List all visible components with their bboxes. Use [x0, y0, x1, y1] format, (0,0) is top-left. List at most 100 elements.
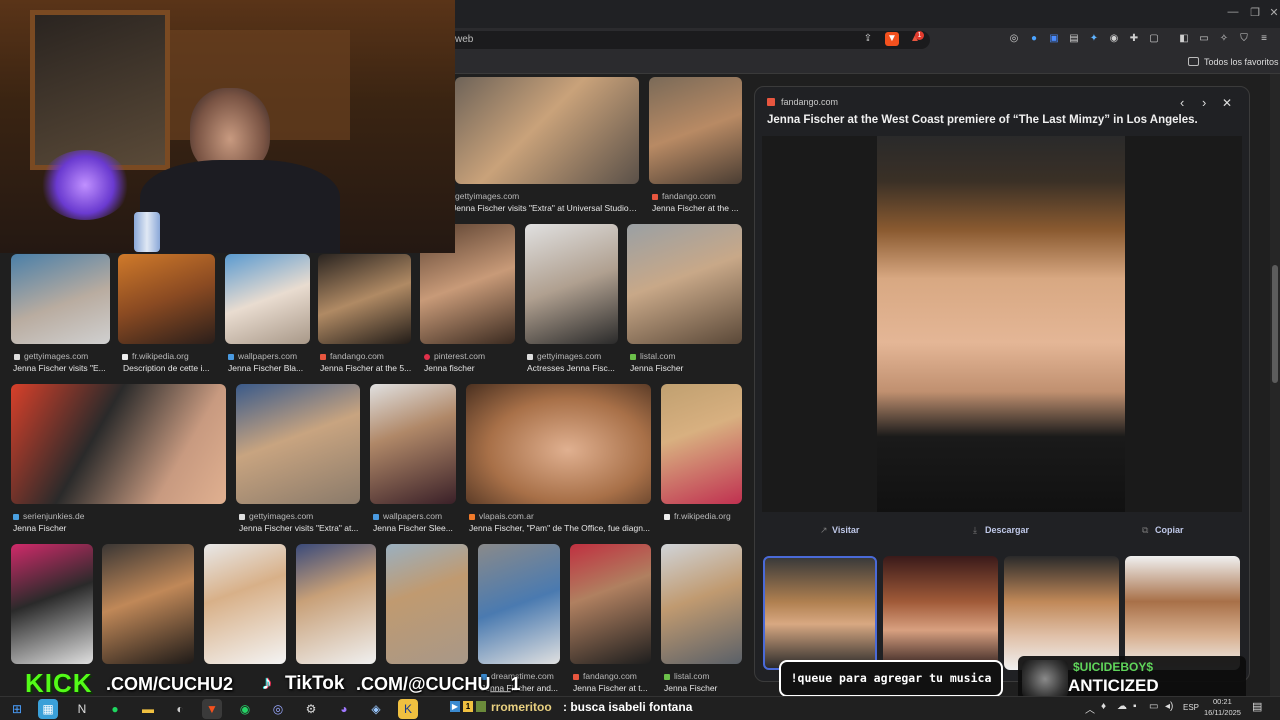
spotify-icon[interactable]: ● [105, 699, 125, 719]
share-icon[interactable]: ⇪ [861, 32, 875, 46]
result-thumbnail[interactable] [225, 254, 310, 344]
menu-icon[interactable]: ≡ [1257, 32, 1271, 46]
result-source[interactable]: fandango.com [320, 351, 412, 361]
result-source[interactable]: listal.com [630, 351, 740, 361]
vpn-icon[interactable]: ⛉ [1237, 32, 1251, 46]
app-icon[interactable]: ◎ [268, 699, 288, 719]
minimize-icon[interactable]: — [1222, 6, 1244, 18]
discord-icon[interactable]: ◕ [334, 699, 354, 719]
result-source[interactable]: gettyimages.com [455, 191, 639, 201]
brave-shields-icon[interactable]: ▼ [885, 32, 899, 46]
result-caption[interactable]: Jenna Fischer at the 5... [320, 363, 412, 373]
visit-button[interactable]: Visitar [832, 525, 859, 535]
result-thumbnail[interactable] [478, 544, 560, 664]
result-source[interactable]: wallpapers.com [373, 511, 458, 521]
all-bookmarks-label[interactable]: Todos los favoritos [1204, 57, 1279, 67]
puzzle-icon[interactable]: ✚ [1127, 32, 1141, 46]
result-source[interactable]: fandango.com [652, 191, 742, 201]
windows-start-icon[interactable]: ⊞ [7, 699, 27, 719]
translate-icon[interactable]: ▣ [1047, 32, 1061, 46]
whatsapp-icon[interactable]: ◉ [235, 699, 255, 719]
page-scrollbar[interactable] [1270, 74, 1280, 696]
steam-icon[interactable]: ◈ [366, 699, 386, 719]
result-source[interactable]: gettyimages.com [14, 351, 112, 361]
next-icon[interactable]: › [1202, 95, 1206, 110]
result-caption[interactable]: Actresses Jenna Fisc... [527, 363, 619, 373]
volume-icon[interactable]: ◂) [1165, 701, 1173, 712]
result-thumbnail[interactable] [236, 384, 360, 504]
close-preview-icon[interactable]: ✕ [1222, 96, 1232, 110]
file-explorer-icon[interactable]: ▬ [138, 699, 158, 719]
related-thumbnail[interactable] [1004, 556, 1119, 670]
result-source[interactable]: serienjunkies.de [13, 511, 225, 521]
extension-eye-icon[interactable]: ◉ [1107, 32, 1121, 46]
copy-button[interactable]: Copiar [1155, 525, 1184, 535]
result-thumbnail[interactable] [11, 254, 110, 344]
close-window-icon[interactable]: ✕ [1263, 6, 1280, 19]
result-caption[interactable]: Jenna Fischer [13, 523, 225, 533]
result-thumbnail[interactable] [11, 544, 93, 664]
result-source[interactable]: listal.com [664, 671, 744, 681]
result-thumbnail[interactable] [102, 544, 194, 664]
result-caption[interactable]: Jenna Fischer Slee... [373, 523, 458, 533]
result-thumbnail[interactable] [466, 384, 651, 504]
result-caption[interactable]: Jenna Fischer [664, 683, 744, 693]
result-caption[interactable]: Jenna Fischer visits "E... [13, 363, 112, 373]
result-caption[interactable]: Jenna fischer [424, 363, 516, 373]
result-source[interactable]: vlapais.com.ar [469, 511, 652, 521]
brave-taskbar-icon[interactable]: ▼ [202, 699, 222, 719]
result-source[interactable]: wallpapers.com [228, 351, 312, 361]
result-source[interactable]: gettyimages.com [239, 511, 361, 521]
sidebar-icon[interactable]: ◧ [1177, 32, 1191, 46]
extension-ai-icon[interactable]: ✦ [1087, 32, 1101, 46]
related-thumbnail[interactable] [1125, 556, 1240, 670]
clock-time[interactable]: 00:21 [1213, 697, 1232, 706]
result-thumbnail[interactable] [661, 544, 742, 664]
leo-ai-icon[interactable]: ✧ [1217, 32, 1231, 46]
clock-date[interactable]: 16/11/2025 [1204, 708, 1241, 717]
cloud-icon[interactable]: ☁ [1117, 701, 1127, 712]
result-source[interactable]: gettyimages.com [527, 351, 619, 361]
preview-title[interactable]: Jenna Fischer at the West Coast premiere… [767, 114, 1198, 126]
notifications-icon[interactable]: ▤ [1252, 700, 1262, 713]
app-k-icon[interactable]: K [398, 699, 418, 719]
download-button[interactable]: Descargar [985, 525, 1029, 535]
wallet-icon[interactable]: ▭ [1197, 32, 1211, 46]
result-thumbnail[interactable] [627, 224, 742, 344]
language-indicator[interactable]: ESP [1183, 703, 1199, 712]
result-source[interactable]: fandango.com [573, 671, 655, 681]
obs-icon[interactable]: ◐ [170, 699, 190, 719]
result-caption[interactable]: Jenna Fischer at t... [573, 683, 655, 693]
widgets-icon[interactable]: ▦ [38, 699, 58, 719]
microphone-icon[interactable]: ♦ [1101, 701, 1106, 712]
result-thumbnail[interactable] [118, 254, 215, 344]
settings-icon[interactable]: ⚙ [301, 699, 321, 719]
result-thumbnail[interactable] [11, 384, 226, 504]
result-caption[interactable]: Jenna Fischer, "Pam" de The Office, fue … [469, 523, 652, 533]
result-thumbnail[interactable] [318, 254, 411, 344]
result-caption[interactable]: Jenna Fischer Bla... [228, 363, 312, 373]
result-caption[interactable]: Jenna Fischer visits "Extra" at... [239, 523, 361, 533]
address-bar[interactable] [440, 31, 930, 49]
preview-source[interactable]: fandango.com [781, 97, 838, 107]
result-source[interactable]: fr.wikipedia.org [664, 511, 744, 521]
result-thumbnail[interactable] [296, 544, 376, 664]
result-thumbnail[interactable] [370, 384, 456, 504]
result-thumbnail[interactable] [204, 544, 286, 664]
result-thumbnail[interactable] [525, 224, 618, 344]
result-thumbnail[interactable] [455, 77, 639, 184]
result-caption[interactable]: Jenna Fischer [630, 363, 740, 373]
result-thumbnail[interactable] [649, 77, 742, 184]
result-caption[interactable]: Jenna Fischer visits "Extra" at Universa… [452, 203, 640, 213]
related-thumbnail[interactable] [763, 556, 877, 670]
result-caption[interactable]: Jenna Fischer at the ... [652, 203, 742, 213]
result-thumbnail[interactable] [386, 544, 468, 664]
extension-mask-icon[interactable]: ◎ [1007, 32, 1021, 46]
notion-icon[interactable]: N [72, 699, 92, 719]
related-thumbnail[interactable] [883, 556, 998, 670]
result-source[interactable]: pinterest.com [424, 351, 516, 361]
tray-chevron-icon[interactable]: ︿ [1085, 701, 1095, 716]
page-scroll-thumb[interactable] [1272, 265, 1278, 383]
result-thumbnail[interactable] [570, 544, 651, 664]
extension-globe-icon[interactable]: ● [1027, 32, 1041, 46]
